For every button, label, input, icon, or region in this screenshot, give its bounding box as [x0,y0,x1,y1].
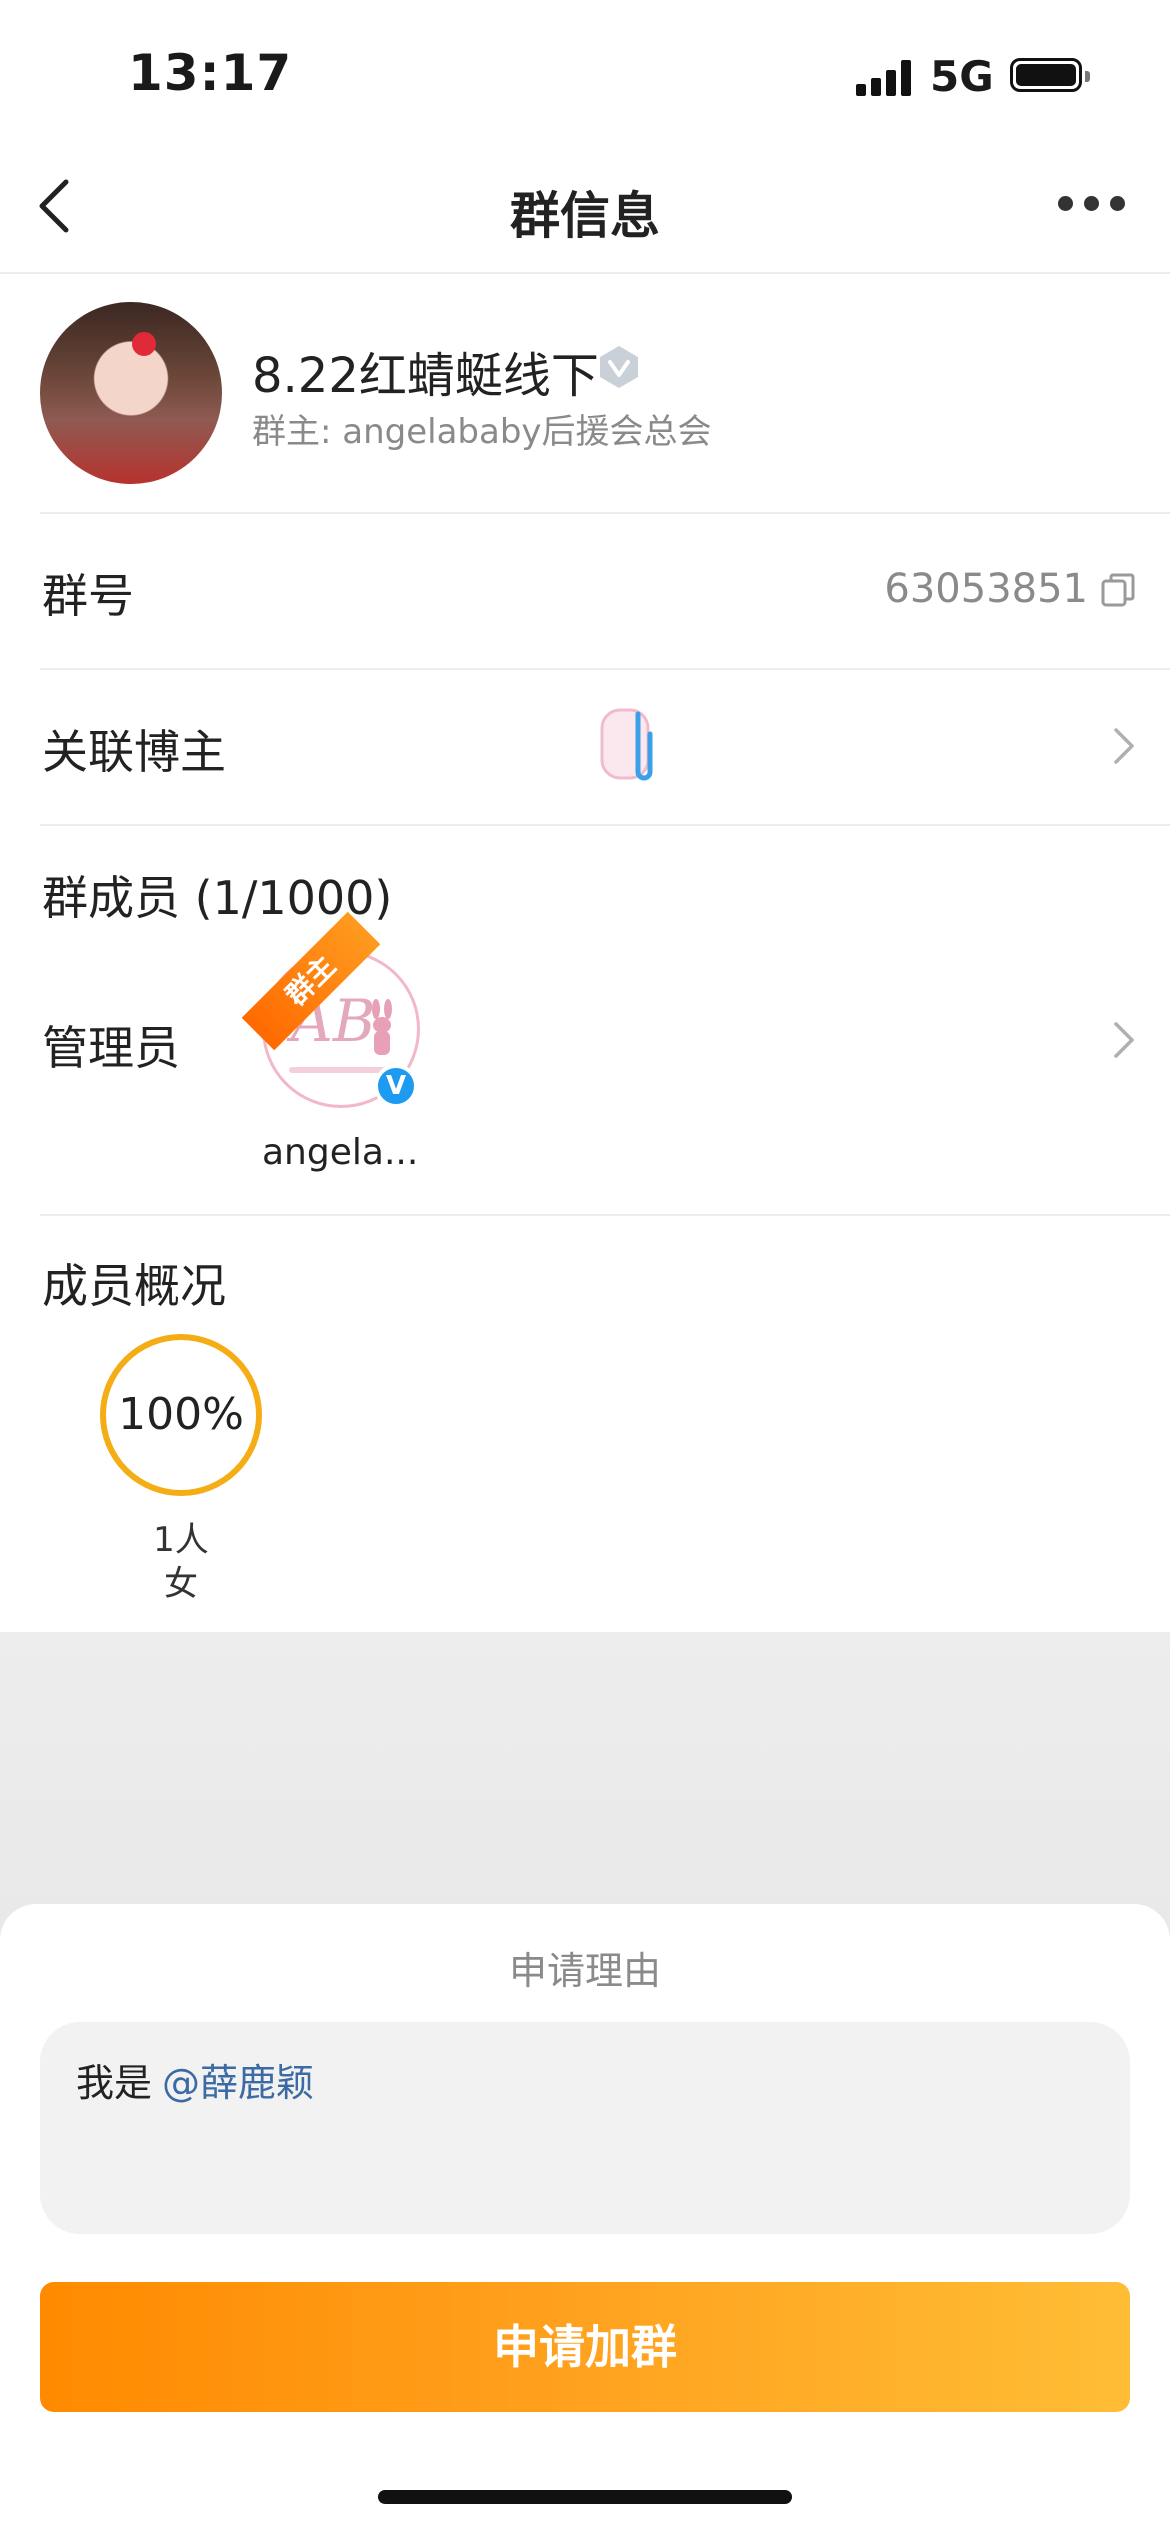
group-name: 8.22红蜻蜓线下 [252,348,599,404]
status-time: 13:17 [128,44,293,102]
linked-blogger-label: 关联博主 [42,725,226,779]
group-owner-line: 群主: angelababy后援会总会 [252,412,712,452]
linked-blogger-icon [600,708,653,781]
home-indicator[interactable] [378,2490,792,2504]
signal-strength-icon [856,58,916,96]
divider [40,824,1170,826]
sheet-title: 申请理由 [508,1949,661,1993]
gender-label: 女 [164,1564,198,1604]
battery-icon [1010,58,1090,92]
verified-icon: V [374,1064,418,1108]
member-overview-label: 成员概况 [42,1259,226,1313]
group-number-value: 63053851 [884,566,1088,612]
divider [40,1214,1170,1216]
nav-divider [0,272,1170,274]
reason-prefix-text: 我是 [76,2061,153,2105]
copy-icon[interactable] [1100,572,1136,608]
network-type: 5G [930,52,994,101]
page-title: 群信息 [510,187,660,245]
divider [40,512,1170,514]
admins-label: 管理员 [42,1021,180,1075]
bunny-icon [372,999,392,1055]
female-ratio-ring: 100% [100,1334,262,1496]
group-avatar[interactable] [40,302,222,484]
admin-name: angela... [262,1132,419,1173]
group-verified-icon [600,346,638,388]
group-number-label: 群号 [42,569,134,623]
more-button[interactable] [1058,196,1128,216]
chevron-right-icon [1114,1022,1134,1058]
apply-join-button[interactable]: 申请加群 [40,2282,1130,2412]
reason-mention[interactable]: @薛鹿颖 [162,2052,314,2107]
member-count: 1人 [153,1520,209,1560]
chevron-right-icon [1114,728,1134,764]
